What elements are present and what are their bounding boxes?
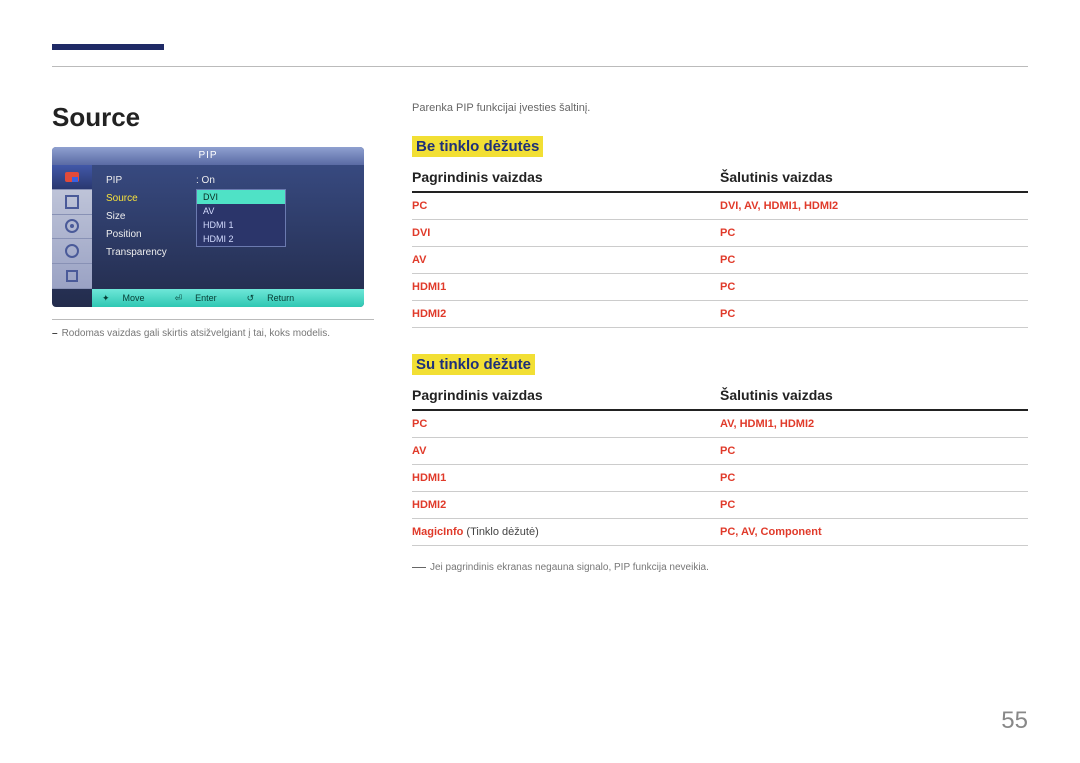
osd-label: Source [106, 193, 196, 204]
cell: PC [720, 438, 1028, 465]
section-title-1: Be tinklo dėžutės [412, 136, 543, 157]
osd-hint-label: Return [267, 293, 294, 303]
header-rule [52, 66, 1028, 67]
table-row: PCDVI, AV, HDMI1, HDMI2 [412, 192, 1028, 220]
osd-screenshot: PIP PIP: On Source Size Position [52, 147, 364, 307]
table-header: Šalutinis vaizdas [720, 163, 1028, 192]
table-2: Pagrindinis vaizdas Šalutinis vaizdas PC… [412, 381, 1028, 546]
table-1: Pagrindinis vaizdas Šalutinis vaizdas PC… [412, 163, 1028, 328]
table-row: DVIPC [412, 220, 1028, 247]
osd-label: Size [106, 211, 196, 222]
content: Source PIP PIP: On Source Size [52, 40, 1028, 573]
cell: AV, HDMI1, HDMI2 [720, 410, 1028, 438]
cell: DVI [412, 220, 720, 247]
intro-text: Parenka PIP funkcijai įvesties šaltinį. [412, 102, 1028, 114]
page-title: Source [52, 102, 374, 133]
table-header: Pagrindinis vaizdas [412, 163, 720, 192]
table-row: PCAV, HDMI1, HDMI2 [412, 410, 1028, 438]
cell-extra: (Tinklo dėžutė) [463, 526, 538, 538]
cell: PC [412, 192, 720, 220]
osd-dropdown-item: HDMI 2 [197, 232, 285, 246]
cell: PC [720, 492, 1028, 519]
table-row: AVPC [412, 247, 1028, 274]
cell: HDMI1 [412, 274, 720, 301]
left-column: Source PIP PIP: On Source Size [52, 102, 412, 573]
right-column: Parenka PIP funkcijai įvesties šaltinį. … [412, 102, 1028, 573]
cell: PC [720, 247, 1028, 274]
table-header: Šalutinis vaizdas [720, 381, 1028, 410]
header-accent [52, 44, 164, 50]
cell: AV [412, 247, 720, 274]
cell: AV [412, 438, 720, 465]
osd-label: Transparency [106, 247, 196, 258]
osd-hint-return: ↺ Return [247, 293, 305, 304]
osd-tab-icon [52, 165, 92, 190]
osd-menu: PIP: On Source Size Position Transparenc… [92, 165, 364, 289]
cell: HDMI1 [412, 465, 720, 492]
cell: PC, AV, Component [720, 519, 1028, 546]
table-row: HDMI2PC [412, 492, 1028, 519]
section-title-2: Su tinklo dėžute [412, 354, 535, 375]
osd-tab-icon [52, 239, 92, 264]
osd-hint-enter: ⏎ Enter [175, 293, 227, 304]
osd-tab-icon [52, 190, 92, 215]
osd-hint-label: Move [123, 293, 145, 303]
cell: PC [720, 220, 1028, 247]
page-number: 55 [1001, 707, 1028, 735]
cell: PC [720, 465, 1028, 492]
osd-title: PIP [52, 147, 364, 165]
footnote: Jei pagrindinis ekranas negauna signalo,… [412, 562, 1028, 573]
osd-tab-icon [52, 215, 92, 240]
cell: PC [720, 301, 1028, 328]
table-row: HDMI1PC [412, 274, 1028, 301]
table-row: HDMI2PC [412, 301, 1028, 328]
table-header: Pagrindinis vaizdas [412, 381, 720, 410]
osd-hint-label: Enter [195, 293, 217, 303]
page: Source PIP PIP: On Source Size [0, 0, 1080, 763]
osd-row: PIP: On [106, 171, 356, 189]
cell: PC [720, 274, 1028, 301]
table-row: MagicInfo (Tinklo dėžutė)PC, AV, Compone… [412, 519, 1028, 546]
cell: MagicInfo (Tinklo dėžutė) [412, 519, 720, 546]
osd-dropdown-item: AV [197, 204, 285, 218]
osd-icon-strip [52, 165, 92, 289]
cell-bold: MagicInfo [412, 526, 463, 538]
table-row: HDMI1PC [412, 465, 1028, 492]
osd-value: : On [196, 175, 296, 186]
table-body-1: PCDVI, AV, HDMI1, HDMI2 DVIPC AVPC HDMI1… [412, 192, 1028, 328]
footnote-text: Jei pagrindinis ekranas negauna signalo,… [430, 562, 709, 573]
divider [52, 319, 374, 320]
osd-label: Position [106, 229, 196, 240]
osd-tab-icon [52, 264, 92, 289]
table-row: AVPC [412, 438, 1028, 465]
cell: HDMI2 [412, 301, 720, 328]
model-note: –Rodomas vaizdas gali skirtis atsižvelgi… [52, 328, 374, 339]
osd-body: PIP: On Source Size Position Transparenc… [52, 165, 364, 289]
osd-dropdown-item: HDMI 1 [197, 218, 285, 232]
cell: HDMI2 [412, 492, 720, 519]
osd-label: PIP [106, 175, 196, 186]
cell: PC [412, 410, 720, 438]
table-body-2: PCAV, HDMI1, HDMI2 AVPC HDMI1PC HDMI2PC … [412, 410, 1028, 546]
osd-dropdown-item: DVI [197, 190, 285, 204]
note-text: Rodomas vaizdas gali skirtis atsižvelgia… [62, 328, 330, 339]
osd-bottom-bar: ✦ Move ⏎ Enter ↺ Return [92, 289, 364, 307]
osd-dropdown: DVI AV HDMI 1 HDMI 2 [196, 189, 286, 247]
osd-hint-move: ✦ Move [102, 293, 155, 304]
cell: DVI, AV, HDMI1, HDMI2 [720, 192, 1028, 220]
